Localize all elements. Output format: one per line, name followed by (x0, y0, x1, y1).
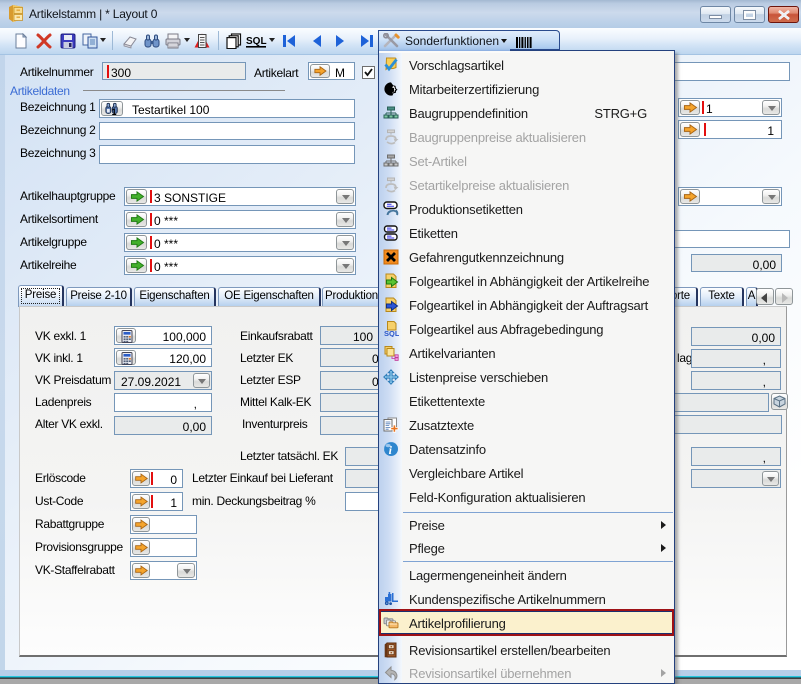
svg-text:SQL: SQL (246, 36, 267, 47)
svg-text:SQL: SQL (384, 329, 399, 337)
svg-text:1: 1 (112, 107, 117, 116)
